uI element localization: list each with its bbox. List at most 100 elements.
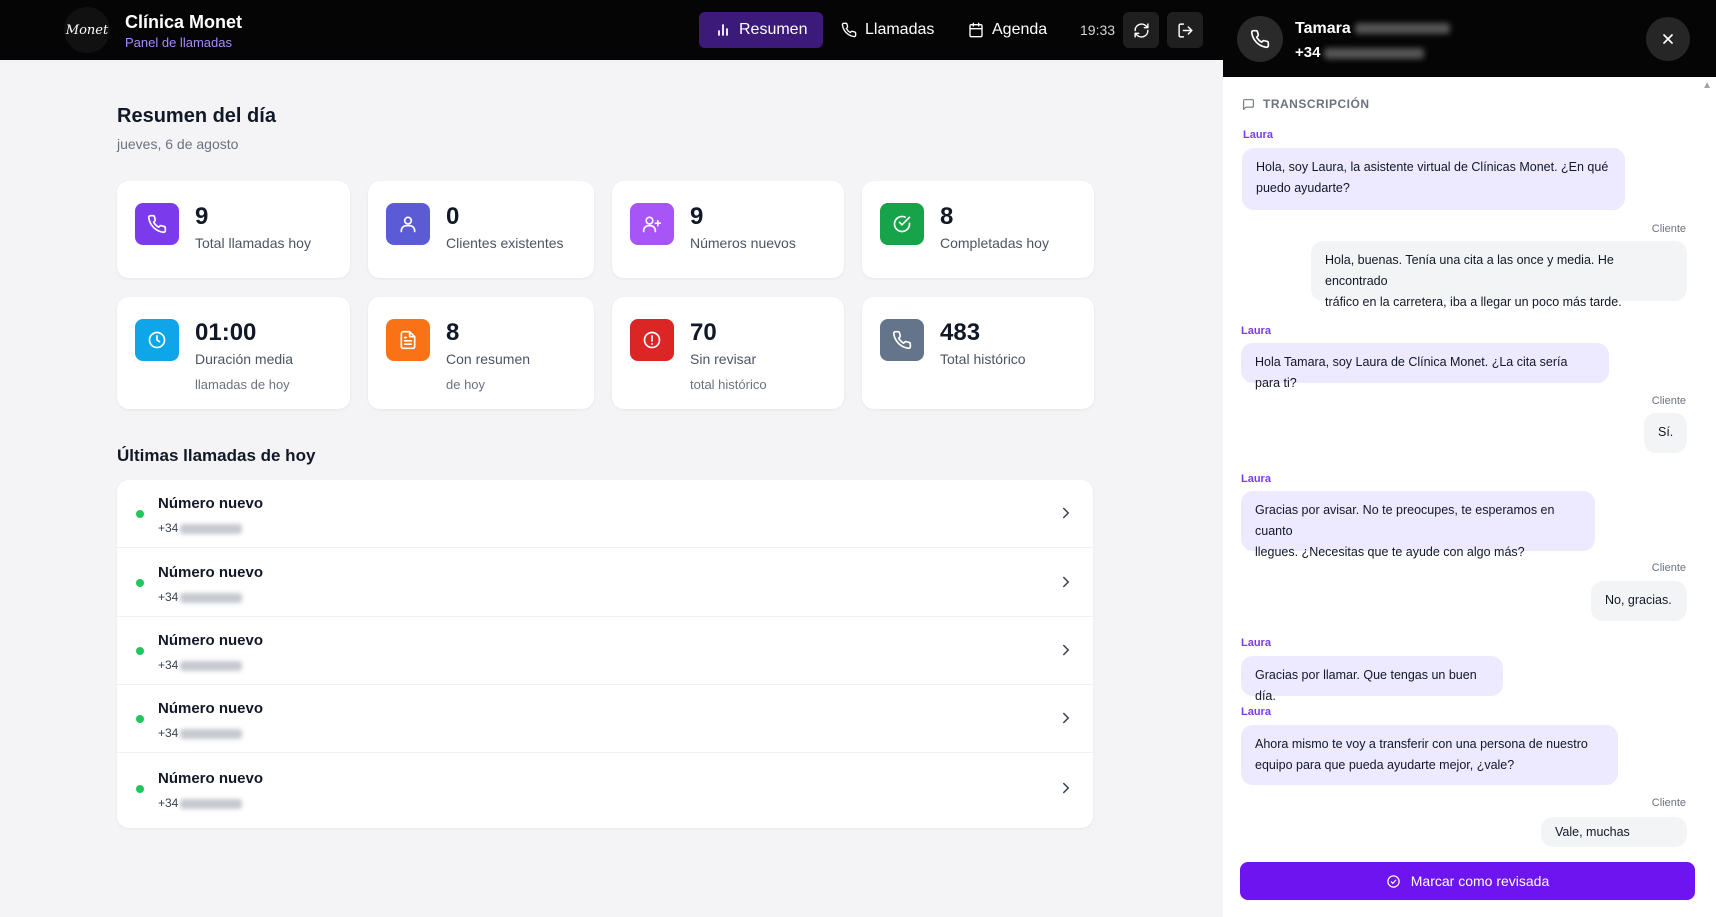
message-line: Ahora mismo te voy a transferir con una …	[1255, 737, 1588, 751]
message-bubble-client: Vale, muchas gracias.	[1541, 817, 1687, 847]
bar-chart-icon	[718, 24, 728, 36]
refresh-button[interactable]	[1123, 12, 1159, 48]
stat-icon-bg	[386, 319, 430, 361]
refresh-icon	[1133, 22, 1149, 38]
user-plus-icon	[642, 216, 662, 233]
message-bubble-bot: Gracias por avisar. No te preocupes, te …	[1241, 491, 1595, 559]
call-name: Número nuevo	[158, 632, 264, 649]
chevron-right-icon	[1063, 507, 1070, 519]
stat-value: 01:00	[195, 319, 257, 346]
call-row[interactable]: Número nuevo +34	[117, 617, 1093, 685]
calendar-icon	[969, 22, 983, 38]
stat-icon-bg	[630, 203, 674, 245]
stat-label: Con resumen	[446, 351, 531, 367]
message-line: equipo para que pueda ayudarte mejor, ¿v…	[1255, 758, 1515, 772]
stat-label: Clientes existentes	[446, 235, 564, 251]
clinic-logo: Monet	[64, 7, 110, 53]
scroll-up-caret[interactable]: ▲	[1702, 80, 1712, 91]
chat-icon	[1243, 98, 1254, 110]
close-panel-button[interactable]	[1646, 17, 1690, 61]
message-speaker: Cliente	[1651, 223, 1686, 235]
call-row[interactable]: Número nuevo +34	[117, 480, 1093, 548]
mark-reviewed-button[interactable]: Marcar como revisada	[1240, 862, 1695, 900]
message-line: Hola, soy Laura, la asistente virtual de…	[1256, 160, 1609, 174]
stat-sublabel: llamadas de hoy	[195, 377, 290, 392]
message-line: tráfico en la carretera, iba a llegar un…	[1325, 295, 1622, 309]
call-row[interactable]: Número nuevo +34	[117, 685, 1093, 753]
message-bubble-client: Sí.	[1644, 413, 1687, 453]
call-number: +34	[158, 726, 243, 740]
redacted-number	[180, 523, 243, 534]
clock-icon	[148, 331, 166, 349]
status-dot	[136, 785, 144, 793]
logout-button[interactable]	[1167, 12, 1203, 48]
stat-icon-bg	[386, 203, 430, 245]
status-dot	[136, 715, 144, 723]
redacted-number	[1324, 47, 1425, 59]
stat-value: 8	[940, 203, 954, 230]
mark-reviewed-label: Marcar como revisada	[1410, 873, 1550, 889]
phone-icon	[147, 214, 167, 234]
stat-card-avg-duration: 01:00 Duración media llamadas de hoy	[117, 297, 350, 409]
call-number: +34	[158, 521, 243, 535]
nav-resumen[interactable]: Resumen	[699, 12, 824, 48]
call-number: +34	[158, 658, 243, 672]
stat-card-total-calls: 9 Total llamadas hoy	[117, 181, 350, 278]
stat-icon-bg	[880, 319, 924, 361]
message-line: puedo ayudarte?	[1256, 181, 1350, 195]
alert-icon	[643, 331, 661, 349]
message-speaker: Laura	[1243, 129, 1273, 141]
message-bubble-bot: Hola Tamara, soy Laura de Clínica Monet.…	[1241, 343, 1609, 390]
stat-value: 9	[195, 203, 209, 230]
stat-value: 70	[690, 319, 717, 346]
call-detail-header: Tamara +34	[1223, 0, 1716, 77]
call-detail-panel: Tamara +34 ▲ TRANSCRIPCIÓN Laura Hola, s…	[1223, 0, 1716, 917]
close-icon	[1663, 34, 1673, 44]
stat-value: 9	[690, 203, 704, 230]
main-content: Resumen del día jueves, 6 de agosto 9 To…	[0, 60, 1223, 917]
call-row[interactable]: Número nuevo +34	[117, 755, 1093, 823]
stat-value: 0	[446, 203, 460, 230]
top-bar: Monet Clínica Monet Panel de llamadas Re…	[0, 0, 1223, 60]
recent-calls-list: Número nuevo +34 Número nuevo +34 Número…	[117, 480, 1093, 828]
user-icon	[400, 216, 416, 233]
message-line: Hola, buenas. Tenía una cita a las once …	[1325, 253, 1614, 288]
page-date: jueves, 6 de agosto	[117, 136, 239, 152]
stat-value: 483	[940, 319, 981, 346]
message-speaker: Cliente	[1651, 797, 1686, 809]
call-name: Número nuevo	[158, 495, 264, 512]
check-circle-icon	[893, 215, 911, 233]
message-line: Hola Tamara, soy Laura de Clínica Monet.…	[1255, 355, 1568, 390]
message-line: Vale, muchas gracias.	[1555, 825, 1630, 847]
caller-phone: +34	[1295, 44, 1425, 61]
call-name: Número nuevo	[158, 700, 264, 717]
nav-llamadas-label: Llamadas	[865, 21, 935, 38]
nav-agenda[interactable]: Agenda	[952, 12, 1063, 48]
call-row[interactable]: Número nuevo +34	[117, 549, 1093, 617]
nav-llamadas[interactable]: Llamadas	[825, 12, 950, 48]
message-line: llegues. ¿Necesitas que te ayude con alg…	[1255, 545, 1525, 559]
message-bubble-bot: Gracias por llamar. Que tengas un buen d…	[1241, 656, 1503, 703]
stat-label: Números nuevos	[690, 235, 796, 251]
status-dot	[136, 647, 144, 655]
redacted-surname	[1354, 23, 1450, 35]
chevron-right-icon	[1063, 712, 1070, 724]
call-number: +34	[158, 796, 243, 810]
chevron-right-icon	[1063, 576, 1070, 588]
caller-avatar	[1237, 16, 1283, 62]
stat-card-historical-total: 483 Total histórico	[862, 297, 1094, 409]
nav-agenda-label: Agenda	[992, 21, 1048, 38]
stat-icon-bg	[880, 203, 924, 245]
phone-icon	[892, 330, 912, 350]
redacted-number	[180, 728, 243, 739]
stat-label: Duración media	[195, 351, 294, 367]
current-time: 19:33	[1080, 22, 1116, 38]
stat-card-completed: 8 Completadas hoy	[862, 181, 1094, 278]
redacted-number	[180, 592, 243, 603]
app-subtitle: Panel de llamadas	[125, 35, 232, 50]
status-dot	[136, 510, 144, 518]
stat-card-existing-clients: 0 Clientes existentes	[368, 181, 594, 278]
call-name: Número nuevo	[158, 564, 264, 581]
phone-icon	[841, 22, 857, 38]
stat-icon-bg	[135, 319, 179, 361]
